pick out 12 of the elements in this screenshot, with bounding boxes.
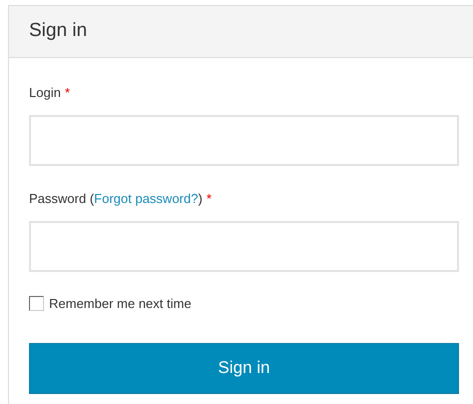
input-field[interactable] — [29, 221, 459, 272]
required-mark: * — [64, 84, 70, 102]
field-label: Login — [29, 84, 61, 102]
remember-label: Remember me next time — [49, 295, 192, 313]
input-field[interactable] — [29, 115, 459, 166]
field-label: Password ( — [29, 190, 94, 208]
field-label: ) — [198, 190, 202, 208]
remember-checkbox[interactable] — [29, 296, 44, 312]
sign-in-button[interactable]: Sign in — [29, 342, 459, 394]
required-mark: * — [206, 190, 212, 208]
panel-title: Sign in — [29, 19, 88, 44]
forgot-password-link[interactable]: Forgot password? — [94, 189, 198, 209]
